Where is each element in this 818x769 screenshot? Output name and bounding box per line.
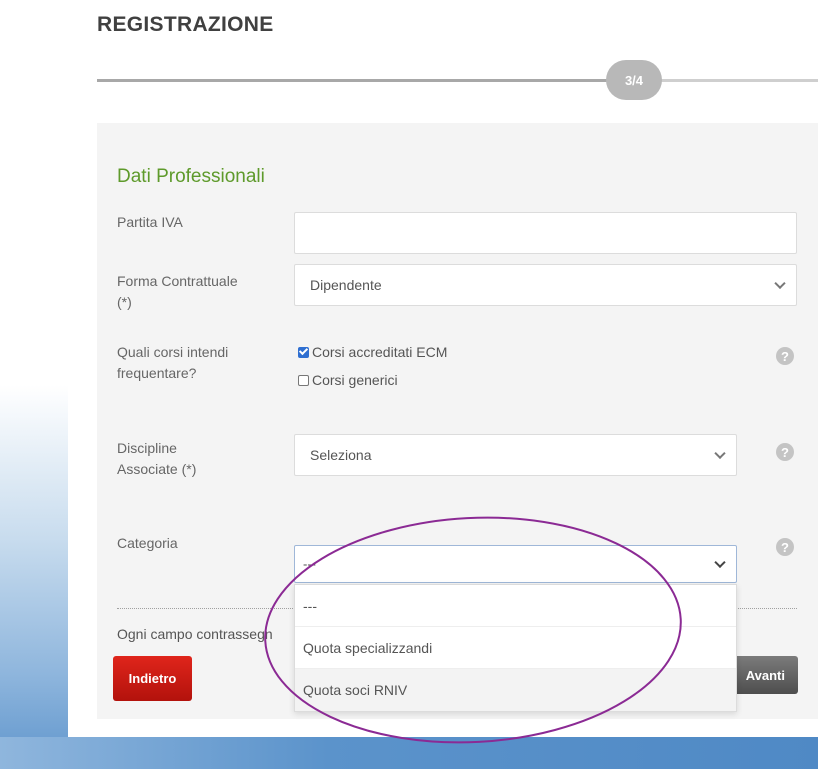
discipline-select[interactable]: Seleziona (294, 434, 737, 476)
help-icon-categoria[interactable]: ? (776, 538, 794, 556)
forma-contrattuale-value: Dipendente (310, 277, 382, 293)
background-gradient-left (0, 385, 68, 769)
checkbox-corsi-ecm[interactable]: Corsi accreditati ECM (298, 344, 447, 360)
corsi-label: Quali corsi intendi frequentare? (117, 344, 229, 381)
next-button[interactable]: Avanti (727, 656, 798, 694)
chevron-down-icon (714, 556, 726, 569)
discipline-label: Discipline Associate (*) (117, 440, 197, 477)
checkbox-checked-icon[interactable] (298, 346, 309, 358)
dropdown-option[interactable]: Quota specializzandi (295, 627, 736, 669)
categoria-label: Categoria (117, 535, 178, 551)
help-icon-corsi[interactable]: ? (776, 347, 794, 365)
required-fields-note: Ogni campo contrassegn (117, 626, 273, 642)
page-title: REGISTRAZIONE (97, 13, 274, 36)
back-button[interactable]: Indietro (113, 656, 192, 701)
section-title: Dati Professionali (117, 166, 265, 187)
help-icon-discipline[interactable]: ? (776, 443, 794, 461)
chevron-down-icon (714, 447, 726, 460)
checkbox-unchecked-icon[interactable] (298, 374, 309, 386)
checkbox-corsi-generici[interactable]: Corsi generici (298, 372, 398, 388)
chevron-down-icon (774, 277, 786, 290)
discipline-value: Seleziona (310, 447, 372, 463)
dropdown-option[interactable]: Quota soci RNIV (295, 669, 736, 711)
dropdown-option[interactable]: --- (295, 585, 736, 627)
forma-contrattuale-label: Forma Contrattuale (*) (117, 273, 238, 310)
categoria-dropdown-list: --- Quota specializzandi Quota soci RNIV (294, 584, 737, 712)
partita-iva-input[interactable] (294, 212, 797, 254)
partita-iva-label: Partita IVA (117, 214, 183, 230)
categoria-value: --- (303, 556, 316, 572)
background-gradient-bottom (0, 737, 818, 769)
progress-fill (97, 79, 617, 82)
categoria-select[interactable]: --- (294, 545, 737, 583)
forma-contrattuale-select[interactable]: Dipendente (294, 264, 797, 306)
progress-step-badge: 3/4 (606, 60, 662, 100)
